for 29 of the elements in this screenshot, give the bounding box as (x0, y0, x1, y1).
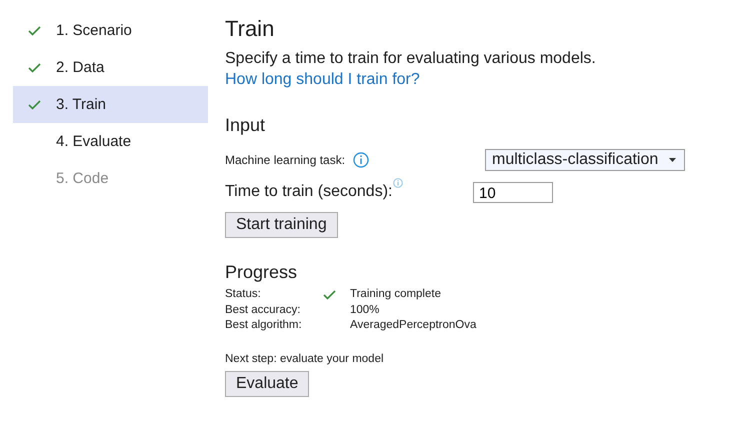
info-icon[interactable] (353, 152, 370, 168)
step-item[interactable]: 4. Evaluate (13, 123, 208, 160)
page-title: Train (225, 16, 274, 42)
status-label: Status: (225, 287, 262, 302)
help-link[interactable]: How long should I train for? (225, 71, 420, 89)
step-item[interactable]: 2. Data (13, 49, 208, 86)
caret-icon (669, 158, 676, 162)
info-icon[interactable] (393, 178, 404, 188)
next-step-text: Next step: evaluate your model (225, 352, 384, 364)
check-icon (28, 62, 41, 72)
time-input-field[interactable]: 10 (473, 182, 553, 202)
status-label: Best accuracy: (225, 302, 302, 318)
start-training-button[interactable]: Start training (225, 212, 338, 238)
step-item[interactable]: 1. Scenario (13, 12, 208, 49)
evaluate-button[interactable]: Evaluate (225, 370, 310, 396)
status-value: 100% (350, 302, 380, 318)
description-text: Specify a time to train for evaluating various models. (225, 50, 596, 68)
section-heading: Input (225, 115, 266, 136)
check-icon (28, 26, 41, 36)
field-label: Time to train (seconds): (225, 183, 392, 201)
check-icon (28, 100, 41, 110)
check-icon (323, 290, 336, 300)
field-label: Machine learning task: (225, 153, 346, 167)
task-dropdown[interactable]: multiclass-classification (485, 149, 685, 171)
status-value: AveragedPerceptronOva (350, 318, 476, 333)
step-item[interactable]: 3. Train (13, 86, 208, 123)
section-heading: Progress (225, 262, 298, 283)
status-label: Best algorithm: (225, 318, 303, 333)
status-value: Training complete (350, 287, 442, 302)
